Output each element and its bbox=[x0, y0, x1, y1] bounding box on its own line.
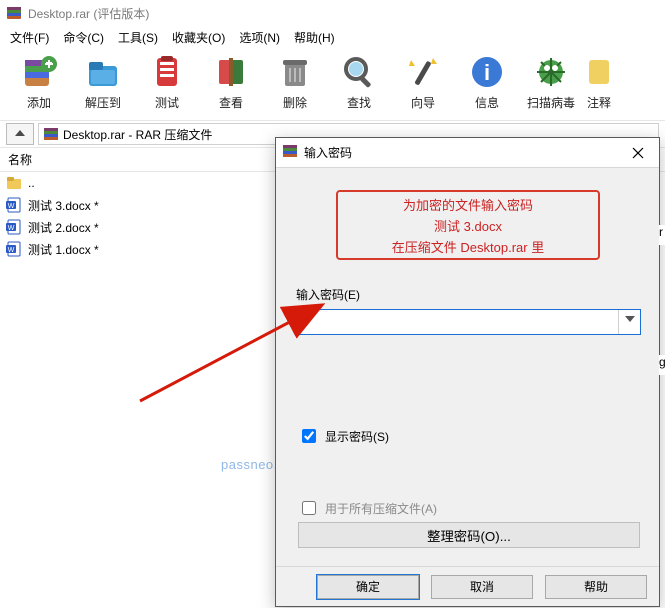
view-button[interactable]: 查看 bbox=[200, 52, 262, 118]
add-button[interactable]: 添加 bbox=[8, 52, 70, 118]
menu-file[interactable]: 文件(F) bbox=[4, 27, 55, 48]
svg-text:W: W bbox=[8, 247, 15, 254]
file-name: .. bbox=[28, 176, 35, 190]
delete-label: 删除 bbox=[283, 94, 307, 111]
close-button[interactable] bbox=[623, 139, 653, 167]
scan-button[interactable]: 扫描病毒 bbox=[520, 52, 582, 118]
info-label: 信息 bbox=[475, 94, 499, 111]
all-archives-input[interactable] bbox=[302, 501, 316, 515]
svg-text:i: i bbox=[484, 60, 490, 85]
comment-button[interactable]: 注释 bbox=[584, 52, 614, 118]
cursor-icon: | bbox=[297, 311, 305, 329]
test-label: 测试 bbox=[155, 94, 179, 111]
scan-icon bbox=[531, 52, 571, 92]
path-text: Desktop.rar - RAR 压缩文件 bbox=[63, 126, 212, 143]
wizard-label: 向导 bbox=[411, 94, 435, 111]
password-combo[interactable]: | bbox=[296, 309, 641, 335]
menu-fav[interactable]: 收藏夹(O) bbox=[166, 27, 231, 48]
add-icon bbox=[19, 52, 59, 92]
rar-icon bbox=[43, 126, 59, 142]
info-button[interactable]: i 信息 bbox=[456, 52, 518, 118]
extract-icon bbox=[83, 52, 123, 92]
message-line: 测试 3.docx bbox=[434, 216, 502, 235]
comment-label: 注释 bbox=[587, 94, 611, 111]
file-name: 测试 2.docx * bbox=[28, 219, 99, 236]
bg-fragment: r bbox=[659, 225, 665, 245]
password-dialog: 输入密码 为加密的文件输入密码 测试 3.docx 在压缩文件 Desktop.… bbox=[275, 137, 660, 607]
scan-label: 扫描病毒 bbox=[527, 94, 575, 111]
toolbar: 添加 解压到 测试 查看 删除 查找 向导 i 信息 扫描病毒 注释 bbox=[0, 48, 665, 120]
password-label: 输入密码(E) bbox=[296, 286, 641, 303]
menu-opt[interactable]: 选项(N) bbox=[233, 27, 286, 48]
window-title: Desktop.rar (评估版本) bbox=[28, 5, 149, 22]
menubar: 文件(F) 命令(C) 工具(S) 收藏夹(O) 选项(N) 帮助(H) bbox=[0, 26, 665, 48]
winrar-icon bbox=[282, 143, 298, 162]
info-icon: i bbox=[467, 52, 507, 92]
bg-fragment: g bbox=[659, 355, 665, 375]
menu-help[interactable]: 帮助(H) bbox=[288, 27, 341, 48]
dropdown-button[interactable] bbox=[618, 310, 640, 334]
file-name: 测试 1.docx * bbox=[28, 241, 99, 258]
help-button[interactable]: 帮助 bbox=[545, 575, 647, 599]
find-label: 查找 bbox=[347, 94, 371, 111]
folder-icon bbox=[6, 175, 22, 191]
dialog-titlebar: 输入密码 bbox=[276, 138, 659, 168]
find-button[interactable]: 查找 bbox=[328, 52, 390, 118]
ok-button[interactable]: 确定 bbox=[317, 575, 419, 599]
show-password-label: 显示密码(S) bbox=[325, 428, 389, 445]
password-input[interactable] bbox=[305, 311, 618, 333]
view-label: 查看 bbox=[219, 94, 243, 111]
add-label: 添加 bbox=[27, 94, 51, 111]
message-box: 为加密的文件输入密码 测试 3.docx 在压缩文件 Desktop.rar 里 bbox=[336, 190, 600, 260]
up-button[interactable] bbox=[6, 123, 34, 145]
all-archives-label: 用于所有压缩文件(A) bbox=[325, 500, 437, 517]
message-line: 在压缩文件 Desktop.rar 里 bbox=[392, 237, 544, 256]
cancel-button[interactable]: 取消 bbox=[431, 575, 533, 599]
docx-icon: W bbox=[6, 241, 22, 257]
find-icon bbox=[339, 52, 379, 92]
password-group: 输入密码(E) | bbox=[296, 286, 641, 335]
col-name[interactable]: 名称 bbox=[0, 151, 40, 168]
svg-text:W: W bbox=[8, 203, 15, 210]
extract-label: 解压到 bbox=[85, 94, 121, 111]
file-name: 测试 3.docx * bbox=[28, 197, 99, 214]
organize-passwords-button[interactable]: 整理密码(O)... bbox=[298, 522, 640, 548]
all-archives-checkbox[interactable]: 用于所有压缩文件(A) bbox=[298, 498, 437, 518]
test-button[interactable]: 测试 bbox=[136, 52, 198, 118]
dialog-body: 为加密的文件输入密码 测试 3.docx 在压缩文件 Desktop.rar 里… bbox=[276, 168, 659, 566]
wizard-icon bbox=[403, 52, 443, 92]
extract-button[interactable]: 解压到 bbox=[72, 52, 134, 118]
svg-text:W: W bbox=[8, 225, 15, 232]
dialog-title: 输入密码 bbox=[304, 144, 617, 161]
docx-icon: W bbox=[6, 197, 22, 213]
menu-cmd[interactable]: 命令(C) bbox=[57, 27, 110, 48]
show-password-checkbox[interactable]: 显示密码(S) bbox=[298, 426, 389, 446]
view-icon bbox=[211, 52, 251, 92]
window-titlebar: Desktop.rar (评估版本) bbox=[0, 0, 665, 26]
docx-icon: W bbox=[6, 219, 22, 235]
dialog-footer: 确定 取消 帮助 bbox=[276, 566, 659, 606]
winrar-icon bbox=[6, 5, 22, 21]
show-password-input[interactable] bbox=[302, 429, 316, 443]
delete-icon bbox=[275, 52, 315, 92]
message-line: 为加密的文件输入密码 bbox=[403, 195, 533, 214]
test-icon bbox=[147, 52, 187, 92]
wizard-button[interactable]: 向导 bbox=[392, 52, 454, 118]
menu-tools[interactable]: 工具(S) bbox=[112, 27, 164, 48]
delete-button[interactable]: 删除 bbox=[264, 52, 326, 118]
comment-icon bbox=[589, 52, 609, 92]
